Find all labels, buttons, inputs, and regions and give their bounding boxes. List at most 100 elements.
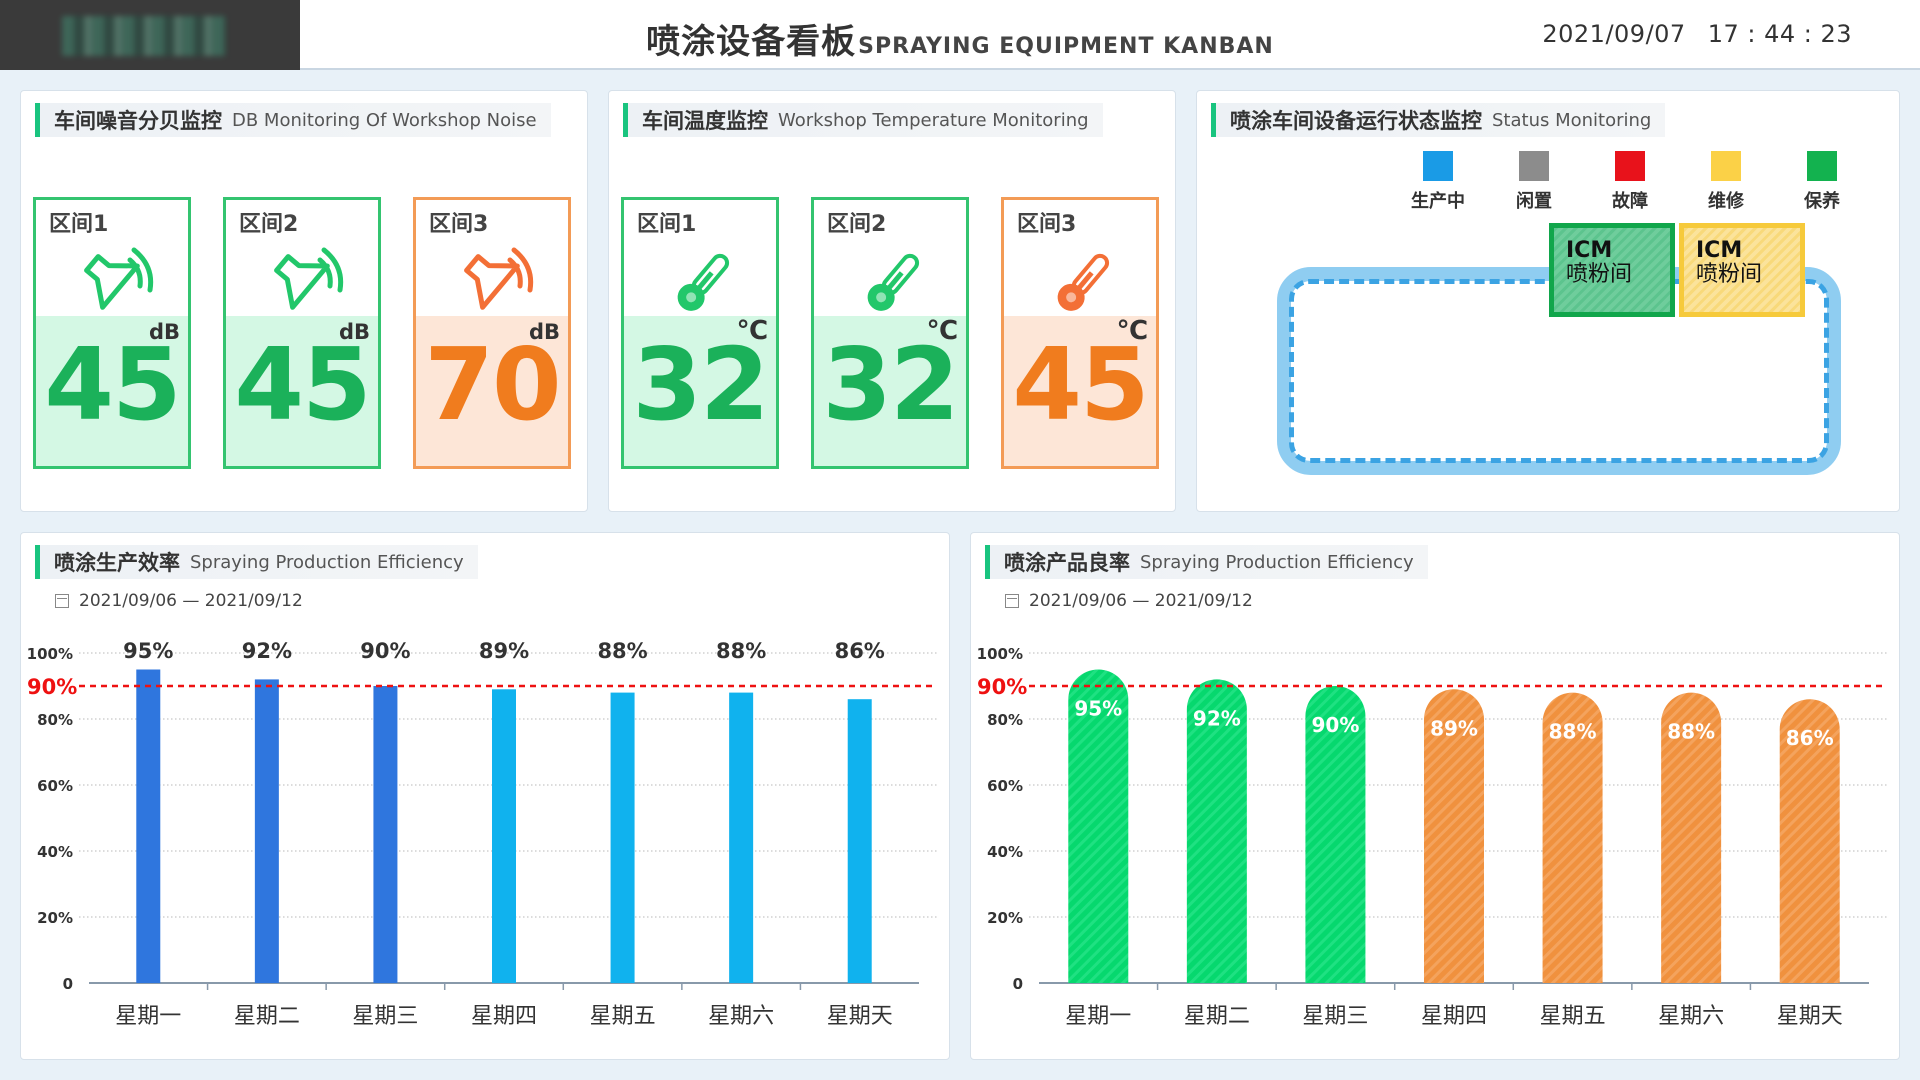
bar	[136, 669, 161, 983]
zone-label: 区间3	[429, 212, 489, 237]
temperature-monitoring-panel: 车间温度监控 Workshop Temperature Monitoring 区…	[608, 90, 1176, 512]
station-icm-maintenance[interactable]: ICM 喷粉间	[1549, 223, 1675, 317]
legend-swatch	[1615, 151, 1645, 181]
panel-title-en: DB Monitoring Of Workshop Noise	[232, 109, 537, 131]
x-tick-label: 星期五	[1540, 1004, 1606, 1029]
legend-label: 维修	[1708, 191, 1744, 212]
data-label: 92%	[242, 639, 292, 663]
data-label: 88%	[716, 639, 766, 663]
bar	[847, 699, 872, 983]
bar	[254, 679, 279, 983]
legend-swatch	[1711, 151, 1741, 181]
zone-card-2[interactable]: 区间2 ℃ 32	[811, 197, 969, 469]
panel-title: 车间噪音分贝监控 DB Monitoring Of Workshop Noise	[35, 103, 551, 137]
data-label: 86%	[1786, 726, 1834, 750]
page-title-en: SPRAYING EQUIPMENT KANBAN	[858, 34, 1274, 59]
data-label: 90%	[1311, 713, 1359, 737]
threshold-label: 90%	[977, 675, 1027, 699]
thermometer-icon	[856, 244, 932, 320]
page-title-cn: 喷涂设备看板	[646, 22, 857, 62]
y-tick-label: 0	[1013, 975, 1023, 993]
status-monitoring-panel: 喷涂车间设备运行状态监控 Status Monitoring 生产中 闲置 故障…	[1196, 90, 1900, 512]
y-tick-label: 40%	[37, 843, 73, 861]
x-tick-label: 星期四	[471, 1004, 537, 1029]
y-tick-label: 100%	[27, 645, 73, 663]
x-tick-label: 星期二	[234, 1004, 300, 1029]
bar	[729, 692, 754, 983]
panel-title: 喷涂车间设备运行状态监控 Status Monitoring	[1211, 103, 1666, 137]
yield-bar-chart: 0 20% 40% 60% 80% 100% 95% 星期一 92% 星期二 90% 星期三 89% 星期…	[977, 645, 1889, 1029]
zone-value: 45	[1012, 326, 1149, 443]
zone-card-3[interactable]: 区间3 ℃ 45	[1001, 197, 1159, 469]
datetime-display: 2021/09/07 17 : 44 : 23	[1542, 20, 1852, 48]
x-tick-label: 星期天	[827, 1004, 893, 1029]
production-efficiency-panel: 喷涂生产效率 Spraying Production Efficiency 20…	[20, 532, 950, 1060]
data-label: 92%	[1193, 706, 1241, 730]
station-icm-repair[interactable]: ICM 喷粉间	[1679, 223, 1805, 317]
zone-value: 32	[822, 326, 959, 443]
panel-title-cn: 车间噪音分贝监控	[54, 109, 222, 133]
data-label: 88%	[1549, 720, 1597, 744]
legend-swatch	[1519, 151, 1549, 181]
x-tick-label: 星期一	[115, 1004, 181, 1029]
data-label: 95%	[1074, 697, 1122, 721]
legend-item-fault: 故障	[1600, 151, 1660, 213]
legend-label: 故障	[1612, 191, 1648, 212]
zone-label: 区间3	[1017, 212, 1077, 237]
x-tick-label: 星期五	[590, 1004, 656, 1029]
data-label: 89%	[1430, 716, 1478, 740]
x-tick-label: 星期二	[1184, 1004, 1250, 1029]
legend-item-producing: 生产中	[1408, 151, 1468, 213]
panel-title-cn: 喷涂车间设备运行状态监控	[1230, 109, 1482, 133]
data-label: 88%	[597, 639, 647, 663]
data-label: 90%	[360, 639, 410, 663]
data-label: 88%	[1667, 720, 1715, 744]
zone-value: 32	[632, 326, 769, 443]
zone-label: 区间2	[239, 212, 299, 237]
bar	[492, 689, 516, 983]
panel-title-en: Status Monitoring	[1492, 109, 1652, 131]
panel-title: 车间温度监控 Workshop Temperature Monitoring	[623, 103, 1103, 137]
efficiency-bar-chart: 0 20% 40% 60% 80% 100% 95% 星期一 92% 星期二 90% 星期三 89% 星期…	[27, 639, 939, 1029]
data-label: 86%	[835, 639, 885, 663]
zone-card-2[interactable]: 区间2 dB 45	[223, 197, 381, 469]
panel-title-en: Workshop Temperature Monitoring	[778, 109, 1089, 131]
data-label: 95%	[123, 639, 173, 663]
y-tick-label: 0	[63, 975, 73, 993]
y-tick-label: 40%	[987, 843, 1023, 861]
zone-label: 区间1	[49, 212, 109, 237]
legend-label: 生产中	[1411, 191, 1465, 212]
legend-item-maintenance: 保养	[1792, 151, 1852, 213]
product-yield-panel: 喷涂产品良率 Spraying Production Efficiency 20…	[970, 532, 1900, 1060]
y-tick-label: 100%	[977, 645, 1023, 663]
thermometer-icon	[666, 244, 742, 320]
legend-item-idle: 闲置	[1504, 151, 1564, 213]
panel-title-cn: 车间温度监控	[642, 109, 768, 133]
zone-card-1[interactable]: 区间1 dB 45	[33, 197, 191, 469]
speaker-icon	[458, 244, 534, 320]
speaker-icon	[78, 244, 154, 320]
legend-swatch	[1423, 151, 1453, 181]
station-code: ICM	[1566, 238, 1613, 263]
y-tick-label: 80%	[37, 711, 73, 729]
x-tick-label: 星期一	[1065, 1004, 1131, 1029]
station-name: 喷粉间	[1566, 262, 1633, 287]
station-code: ICM	[1696, 238, 1743, 263]
header-bar: 喷涂设备看板SPRAYING EQUIPMENT KANBAN 2021/09/…	[0, 0, 1920, 70]
data-label: 89%	[479, 639, 529, 663]
zone-card-3[interactable]: 区间3 dB 70	[413, 197, 571, 469]
zone-value: 45	[44, 326, 181, 443]
legend-item-repair: 维修	[1696, 151, 1756, 213]
zone-value: 45	[234, 326, 371, 443]
bar	[610, 692, 635, 983]
x-tick-label: 星期三	[352, 1004, 418, 1029]
y-tick-label: 80%	[987, 711, 1023, 729]
y-tick-label: 60%	[987, 777, 1023, 795]
zone-label: 区间2	[827, 212, 887, 237]
y-tick-label: 60%	[37, 777, 73, 795]
x-tick-label: 星期三	[1302, 1004, 1368, 1029]
zone-card-1[interactable]: 区间1 ℃ 32	[621, 197, 779, 469]
zone-value: 70	[424, 326, 561, 443]
y-tick-label: 20%	[37, 909, 73, 927]
current-date: 2021/09/07	[1542, 20, 1686, 48]
